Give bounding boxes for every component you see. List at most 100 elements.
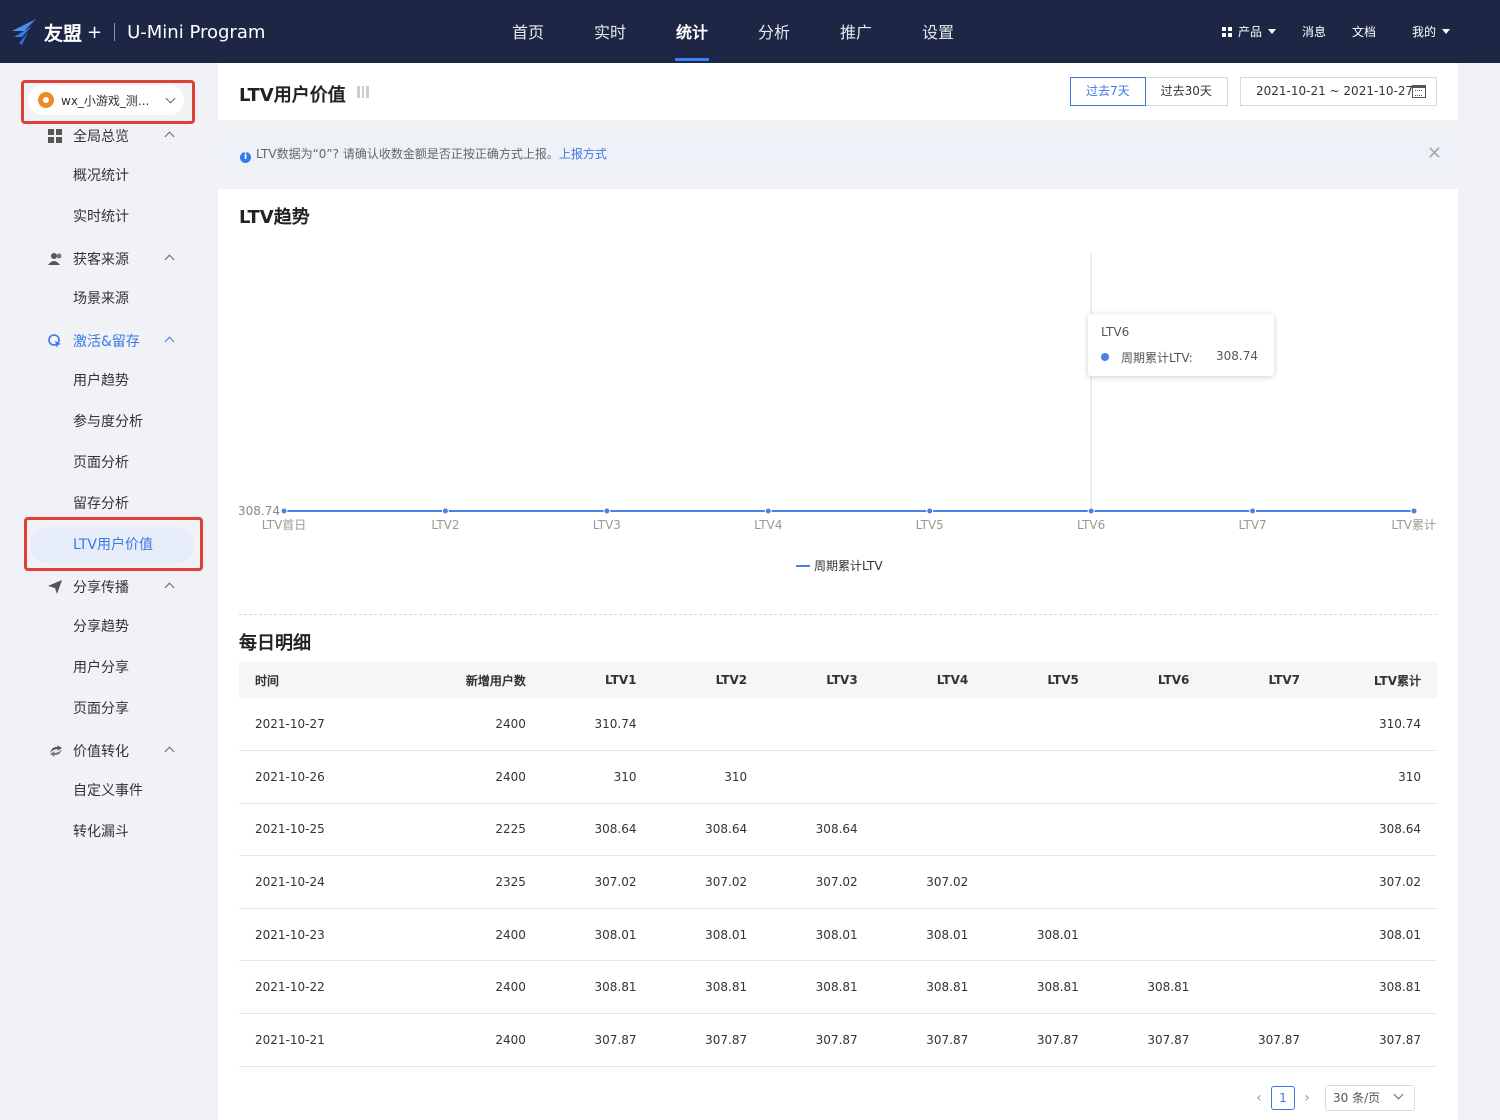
table-cell <box>1094 750 1206 804</box>
table-cell: 308.81 <box>1315 960 1437 1015</box>
sidebar-group-4[interactable]: 价值转化 <box>0 730 210 771</box>
sidebar-item[interactable]: 用户分享 <box>0 648 210 689</box>
ltv-trend-chart[interactable]: 308.74LTV首日 LTV2 LTV3 LTV4 LTV5 LTV6 LTV7 LTV累计 <box>218 239 1458 589</box>
data-point <box>764 507 772 515</box>
table-cell: 308.81 <box>763 960 874 1015</box>
table-row: 2021-10-26 2400 310 310 310 <box>239 750 1437 804</box>
table-cell: 2325 <box>408 855 542 909</box>
sidebar-item[interactable]: 转化漏斗 <box>0 812 210 853</box>
page-number[interactable]: 1 <box>1271 1086 1295 1110</box>
sidebar-item[interactable]: 参与度分析 <box>0 402 210 443</box>
sidebar-group-2[interactable]: 激活&留存 <box>0 320 210 361</box>
page-header: LTV用户价值 过去7天 过去30天 2021-10-21 ~ 2021-10-… <box>218 63 1458 120</box>
table-cell: 2021-10-25 <box>239 803 409 857</box>
chart-legend[interactable]: 周期累计LTV <box>796 557 883 574</box>
main-card: LTV趋势 308.74 LTV首日 LTV2 LTV3 LTV4 LTV5 LTV6 LTV… <box>218 189 1458 1120</box>
prev-page-icon[interactable]: ‹ <box>1251 1090 1267 1106</box>
conversion-icon <box>48 744 62 758</box>
table-cell: 307.02 <box>541 855 653 909</box>
table-row: 2021-10-23 2400 308.01 308.01 308.01 308.01 30… <box>239 908 1437 962</box>
sidebar-item[interactable]: 实时统计 <box>0 197 210 238</box>
table-row: 2021-10-21 2400 307.87 307.87 307.87 307.87 30… <box>239 1013 1437 1067</box>
docs-link[interactable]: 文档 <box>1352 23 1376 40</box>
detail-title: 每日明细 <box>239 633 311 654</box>
sidebar-group-0[interactable]: 全局总览 <box>0 115 210 156</box>
brand-logo[interactable]: 友盟 + U-Mini Program <box>10 14 265 50</box>
sidebar-group-1[interactable]: 获客来源 <box>0 238 210 279</box>
table-row: 2021-10-22 2400 308.81 308.81 308.81 308.81 30… <box>239 960 1437 1015</box>
table-cell <box>1094 698 1206 752</box>
table-cell <box>1205 960 1316 1015</box>
docs-label: 文档 <box>1351 25 1376 39</box>
sidebar-item[interactable]: 用户趋势 <box>0 361 210 402</box>
range-30d-button[interactable]: 过去30天 <box>1145 77 1228 106</box>
user-menu[interactable]: 我的 <box>1412 23 1450 40</box>
table-cell <box>873 803 985 857</box>
table-cell: 308.01 <box>873 908 985 962</box>
table-cell: 307.02 <box>873 855 985 909</box>
table-cell: 310 <box>541 750 653 804</box>
sidebar-item[interactable]: 分享趋势 <box>0 607 210 648</box>
close-icon[interactable]: ✕ <box>1427 138 1442 170</box>
table-cell: 307.87 <box>1205 1013 1316 1067</box>
sidebar-item[interactable]: 自定义事件 <box>0 771 210 812</box>
nav-item-4[interactable]: 推广 <box>815 0 897 63</box>
table-cell: 310.74 <box>1315 698 1437 752</box>
sidebar-item[interactable]: 页面分享 <box>0 689 210 730</box>
messages-link[interactable]: 消息 <box>1302 23 1326 40</box>
table-cell <box>1205 855 1316 909</box>
nav-item-2[interactable]: 统计 <box>651 0 733 63</box>
page-size-label: 30 条/页 <box>1333 1091 1381 1105</box>
sidebar-item[interactable]: 概况统计 <box>0 156 210 197</box>
table-cell: 2021-10-24 <box>239 855 409 909</box>
pagination: ‹ 1 › 30 条/页 <box>1251 1085 1415 1111</box>
dashboard-icon <box>48 129 62 143</box>
users-icon <box>48 252 62 266</box>
products-menu[interactable]: 产品 <box>1221 23 1276 40</box>
table-cell: 308.01 <box>763 908 874 962</box>
page-title: LTV用户价值 <box>239 85 346 106</box>
legend-label: 周期累计LTV <box>814 559 883 573</box>
data-point <box>603 507 611 515</box>
table-cell: 307.87 <box>984 1013 1095 1067</box>
table-cell <box>1205 803 1316 857</box>
page-size-select[interactable]: 30 条/页 <box>1325 1085 1415 1111</box>
sidebar-group-3[interactable]: 分享传播 <box>0 566 210 607</box>
sidebar-item[interactable]: LTV用户价值 <box>30 527 194 563</box>
table-cell: 2400 <box>408 1013 542 1067</box>
column-header: LTV5 <box>984 662 1095 698</box>
tooltip-title: LTV6 <box>1101 325 1130 339</box>
caret-down-icon <box>1442 29 1450 34</box>
sidebar-item[interactable]: 页面分析 <box>0 443 210 484</box>
nav-item-1[interactable]: 实时 <box>569 0 651 63</box>
sidebar-item[interactable]: 留存分析 <box>0 484 210 525</box>
chevron-up-icon <box>164 746 175 757</box>
data-point <box>926 507 934 515</box>
activation-icon <box>48 334 62 348</box>
nav-item-5[interactable]: 设置 <box>897 0 979 63</box>
table-cell <box>1205 908 1316 962</box>
daily-detail-table: 时间 新增用户数 LTV1 LTV2 LTV3 LTV4 LTV5 LTV6 LTV7 LTV累计… <box>239 662 1437 1067</box>
table-cell: 310.74 <box>541 698 653 752</box>
table-cell: 307.02 <box>652 855 764 909</box>
chevron-down-icon <box>165 93 176 103</box>
nav-item-3[interactable]: 分析 <box>733 0 815 63</box>
column-header: LTV6 <box>1094 662 1206 698</box>
range-7d-button[interactable]: 过去7天 <box>1070 77 1146 106</box>
nav-item-0[interactable]: 首页 <box>487 0 569 63</box>
table-cell <box>763 698 874 752</box>
report-method-link[interactable]: 上报方式 <box>559 147 607 161</box>
sidebar-item[interactable]: 场景来源 <box>0 279 210 320</box>
notice-text: LTV数据为“0”? 请确认收数金额是否正按正确方式上报。 <box>256 147 559 161</box>
app-selector[interactable]: wx_小游戏_测... <box>28 85 184 115</box>
bookmark-icon[interactable] <box>356 85 370 99</box>
data-point <box>1249 507 1257 515</box>
table-cell: 308.01 <box>652 908 764 962</box>
table-cell: 310 <box>652 750 764 804</box>
table-cell: 307.02 <box>763 855 874 909</box>
info-icon: i <box>240 152 251 163</box>
date-range-picker[interactable]: 2021-10-21 ~ 2021-10-27 <box>1240 77 1437 106</box>
app-icon <box>38 92 54 108</box>
next-page-icon[interactable]: › <box>1299 1090 1315 1106</box>
column-header: LTV4 <box>873 662 985 698</box>
